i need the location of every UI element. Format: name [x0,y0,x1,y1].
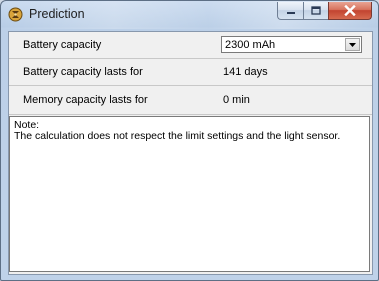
dropdown-arrow-button[interactable] [345,38,360,51]
battery-lasts-value: 141 days [223,66,268,78]
minimize-icon [286,11,295,14]
battery-lasts-label: Battery capacity lasts for [23,66,143,78]
memory-lasts-label: Memory capacity lasts for [23,94,148,106]
memory-lasts-row: Memory capacity lasts for 0 min [9,86,372,115]
battery-capacity-value: 2300 mAh [225,39,276,51]
note-textbox[interactable]: Note: The calculation does not respect t… [9,116,370,272]
title-bar[interactable]: Prediction [1,1,378,29]
close-button[interactable] [328,2,372,20]
client-area: Battery capacity 2300 mAh Battery capaci… [8,31,373,275]
window-title: Prediction [29,7,85,21]
maximize-button[interactable] [303,2,328,20]
battery-capacity-label: Battery capacity [23,39,102,51]
maximize-icon [311,6,321,15]
prediction-window: Prediction Battery capacity 2300 mAh Bat… [0,0,379,281]
memory-lasts-value: 0 min [223,94,250,106]
app-icon [8,7,23,22]
battery-lasts-row: Battery capacity lasts for 141 days [9,59,372,86]
close-icon [344,5,356,16]
battery-capacity-dropdown[interactable]: 2300 mAh [221,36,362,53]
caption-buttons [277,2,372,22]
chevron-down-icon [349,43,356,47]
battery-capacity-row: Battery capacity 2300 mAh [9,32,372,59]
minimize-button[interactable] [277,2,303,20]
note-text: The calculation does not respect the lim… [14,130,341,142]
